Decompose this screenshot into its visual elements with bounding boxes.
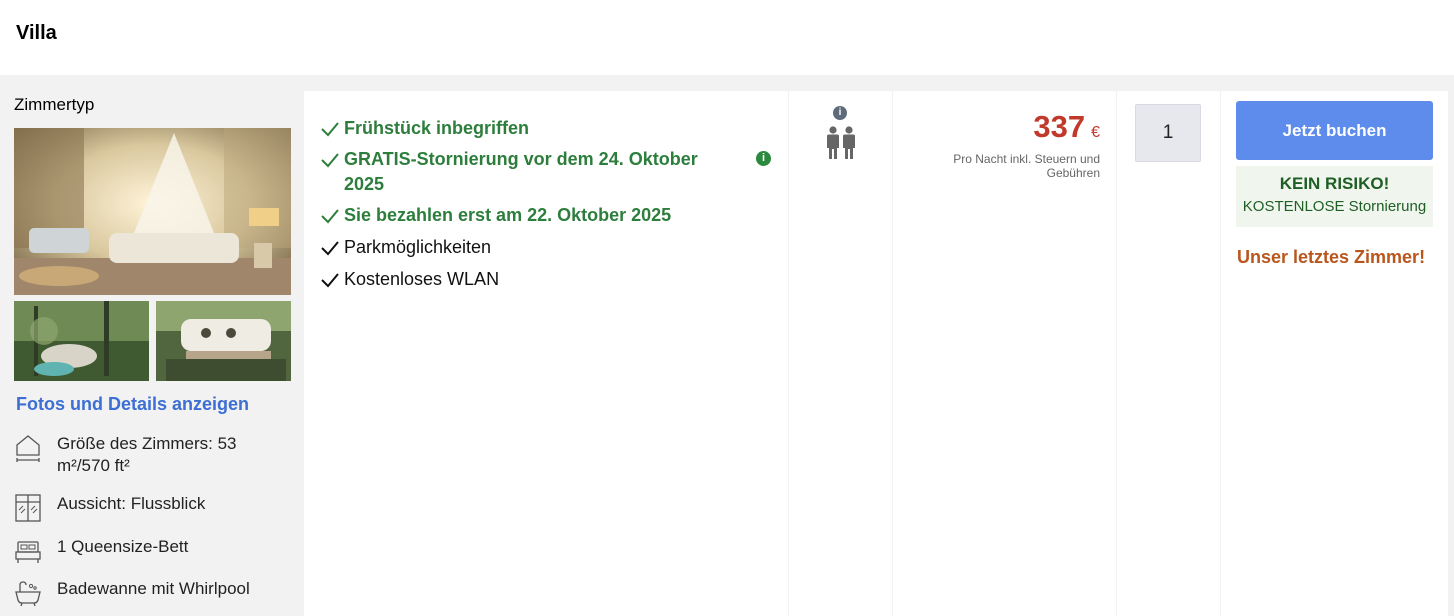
feature-wifi: Kostenloses WLAN [320, 267, 760, 292]
photos-details-link[interactable]: Fotos und Details anzeigen [16, 394, 249, 415]
two-persons-icon [827, 126, 855, 159]
check-icon [321, 209, 339, 224]
amenity-bath-text: Badewanne mit Whirlpool [57, 579, 250, 598]
room-photo-thumb-2[interactable] [156, 301, 291, 381]
quantity-column: 1 [1117, 91, 1220, 616]
price-column: 337 € Pro Nacht inkl. Steuern und Gebühr… [893, 91, 1116, 616]
feature-pay-later: Sie bezahlen erst am 22. Oktober 2025 [320, 203, 760, 228]
booking-column: Jetzt buchen KEIN RISIKO! KOSTENLOSE Sto… [1221, 91, 1448, 616]
room-type-heading: Zimmertyp [14, 95, 95, 114]
room-photo-thumb-1[interactable] [14, 301, 149, 381]
feature-parking: Parkmöglichkeiten [320, 235, 760, 260]
feature-pay-later-text: Sie bezahlen erst am 22. Oktober 2025 [344, 205, 672, 225]
room-quantity-select[interactable]: 1 [1135, 104, 1201, 162]
features-column: Frühstück inbegriffen GRATIS-Stornierung… [304, 91, 788, 616]
no-risk-subtitle: KOSTENLOSE Stornierung [1242, 198, 1427, 215]
no-risk-title: KEIN RISIKO! [1279, 174, 1390, 193]
book-now-button[interactable]: Jetzt buchen [1236, 101, 1433, 160]
bathtub-icon [15, 581, 41, 607]
check-icon [321, 122, 339, 137]
amenity-bed-text: 1 Queensize-Bett [57, 537, 189, 556]
page-title: Villa [16, 22, 57, 44]
feature-parking-text: Parkmöglichkeiten [344, 237, 492, 257]
header-bar: Villa [0, 0, 1454, 75]
feature-free-cancellation-text: GRATIS-Stornierung vor dem 24. Oktober 2… [344, 149, 698, 194]
amenity-view: Aussicht: Flussblick [14, 493, 294, 523]
last-room-notice: Unser letztes Zimmer! [1237, 247, 1426, 267]
amenity-view-text: Aussicht: Flussblick [57, 494, 206, 513]
room-size-icon [16, 435, 40, 462]
check-icon [321, 241, 339, 256]
amenity-bath: Badewanne mit Whirlpool [14, 578, 294, 608]
price-amount: 337 [1033, 109, 1086, 144]
bed-icon [15, 541, 41, 563]
price: 337 € [1033, 109, 1100, 145]
price-currency: € [1091, 124, 1100, 141]
no-risk-box: KEIN RISIKO! KOSTENLOSE Stornierung [1236, 166, 1433, 227]
feature-breakfast-text: Frühstück inbegriffen [344, 118, 530, 138]
feature-breakfast: Frühstück inbegriffen [320, 116, 760, 141]
price-note: Pro Nacht inkl. Steuern und Gebühren [953, 152, 1100, 180]
feature-wifi-text: Kostenloses WLAN [344, 269, 500, 289]
window-view-icon [15, 494, 41, 522]
occupancy-column: i [789, 91, 892, 616]
room-type-panel: Zimmertyp Fotos und Details anzeigen Grö… [0, 75, 304, 616]
room-photo-main[interactable] [14, 128, 291, 295]
amenity-room-size: Größe des Zimmers: 53 m²/570 ft² [14, 433, 294, 477]
amenity-bed: 1 Queensize-Bett [14, 536, 294, 566]
cancellation-info-icon[interactable]: i [756, 151, 771, 166]
occupancy-info-icon[interactable]: i [833, 106, 847, 120]
amenity-room-size-text: Größe des Zimmers: 53 m²/570 ft² [57, 434, 237, 475]
feature-free-cancellation: GRATIS-Stornierung vor dem 24. Oktober 2… [320, 147, 740, 197]
check-icon [321, 273, 339, 288]
check-icon [321, 153, 339, 168]
